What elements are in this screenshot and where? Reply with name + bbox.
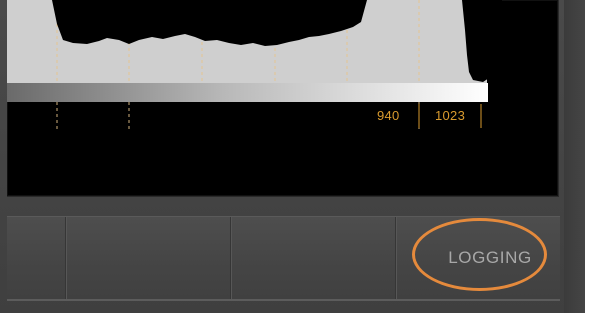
logging-button-label: LOGGING xyxy=(448,248,532,267)
logging-button[interactable]: LOGGING xyxy=(400,217,558,299)
toolbar-button-2[interactable] xyxy=(66,217,231,300)
waveform-graphic xyxy=(7,0,502,130)
frame-outer-edge xyxy=(585,0,589,313)
toolbar-button-3[interactable] xyxy=(231,217,396,300)
toolbar-button-1[interactable] xyxy=(7,217,66,300)
waveform-scope: 940 1023 xyxy=(7,0,559,197)
app-frame: 940 1023 LOGGING xyxy=(0,0,589,313)
gradient-scale-bar xyxy=(7,83,488,102)
scale-label-1023: 1023 xyxy=(435,108,466,123)
toolbar-divider xyxy=(7,299,560,301)
scale-label-940: 940 xyxy=(377,108,400,123)
